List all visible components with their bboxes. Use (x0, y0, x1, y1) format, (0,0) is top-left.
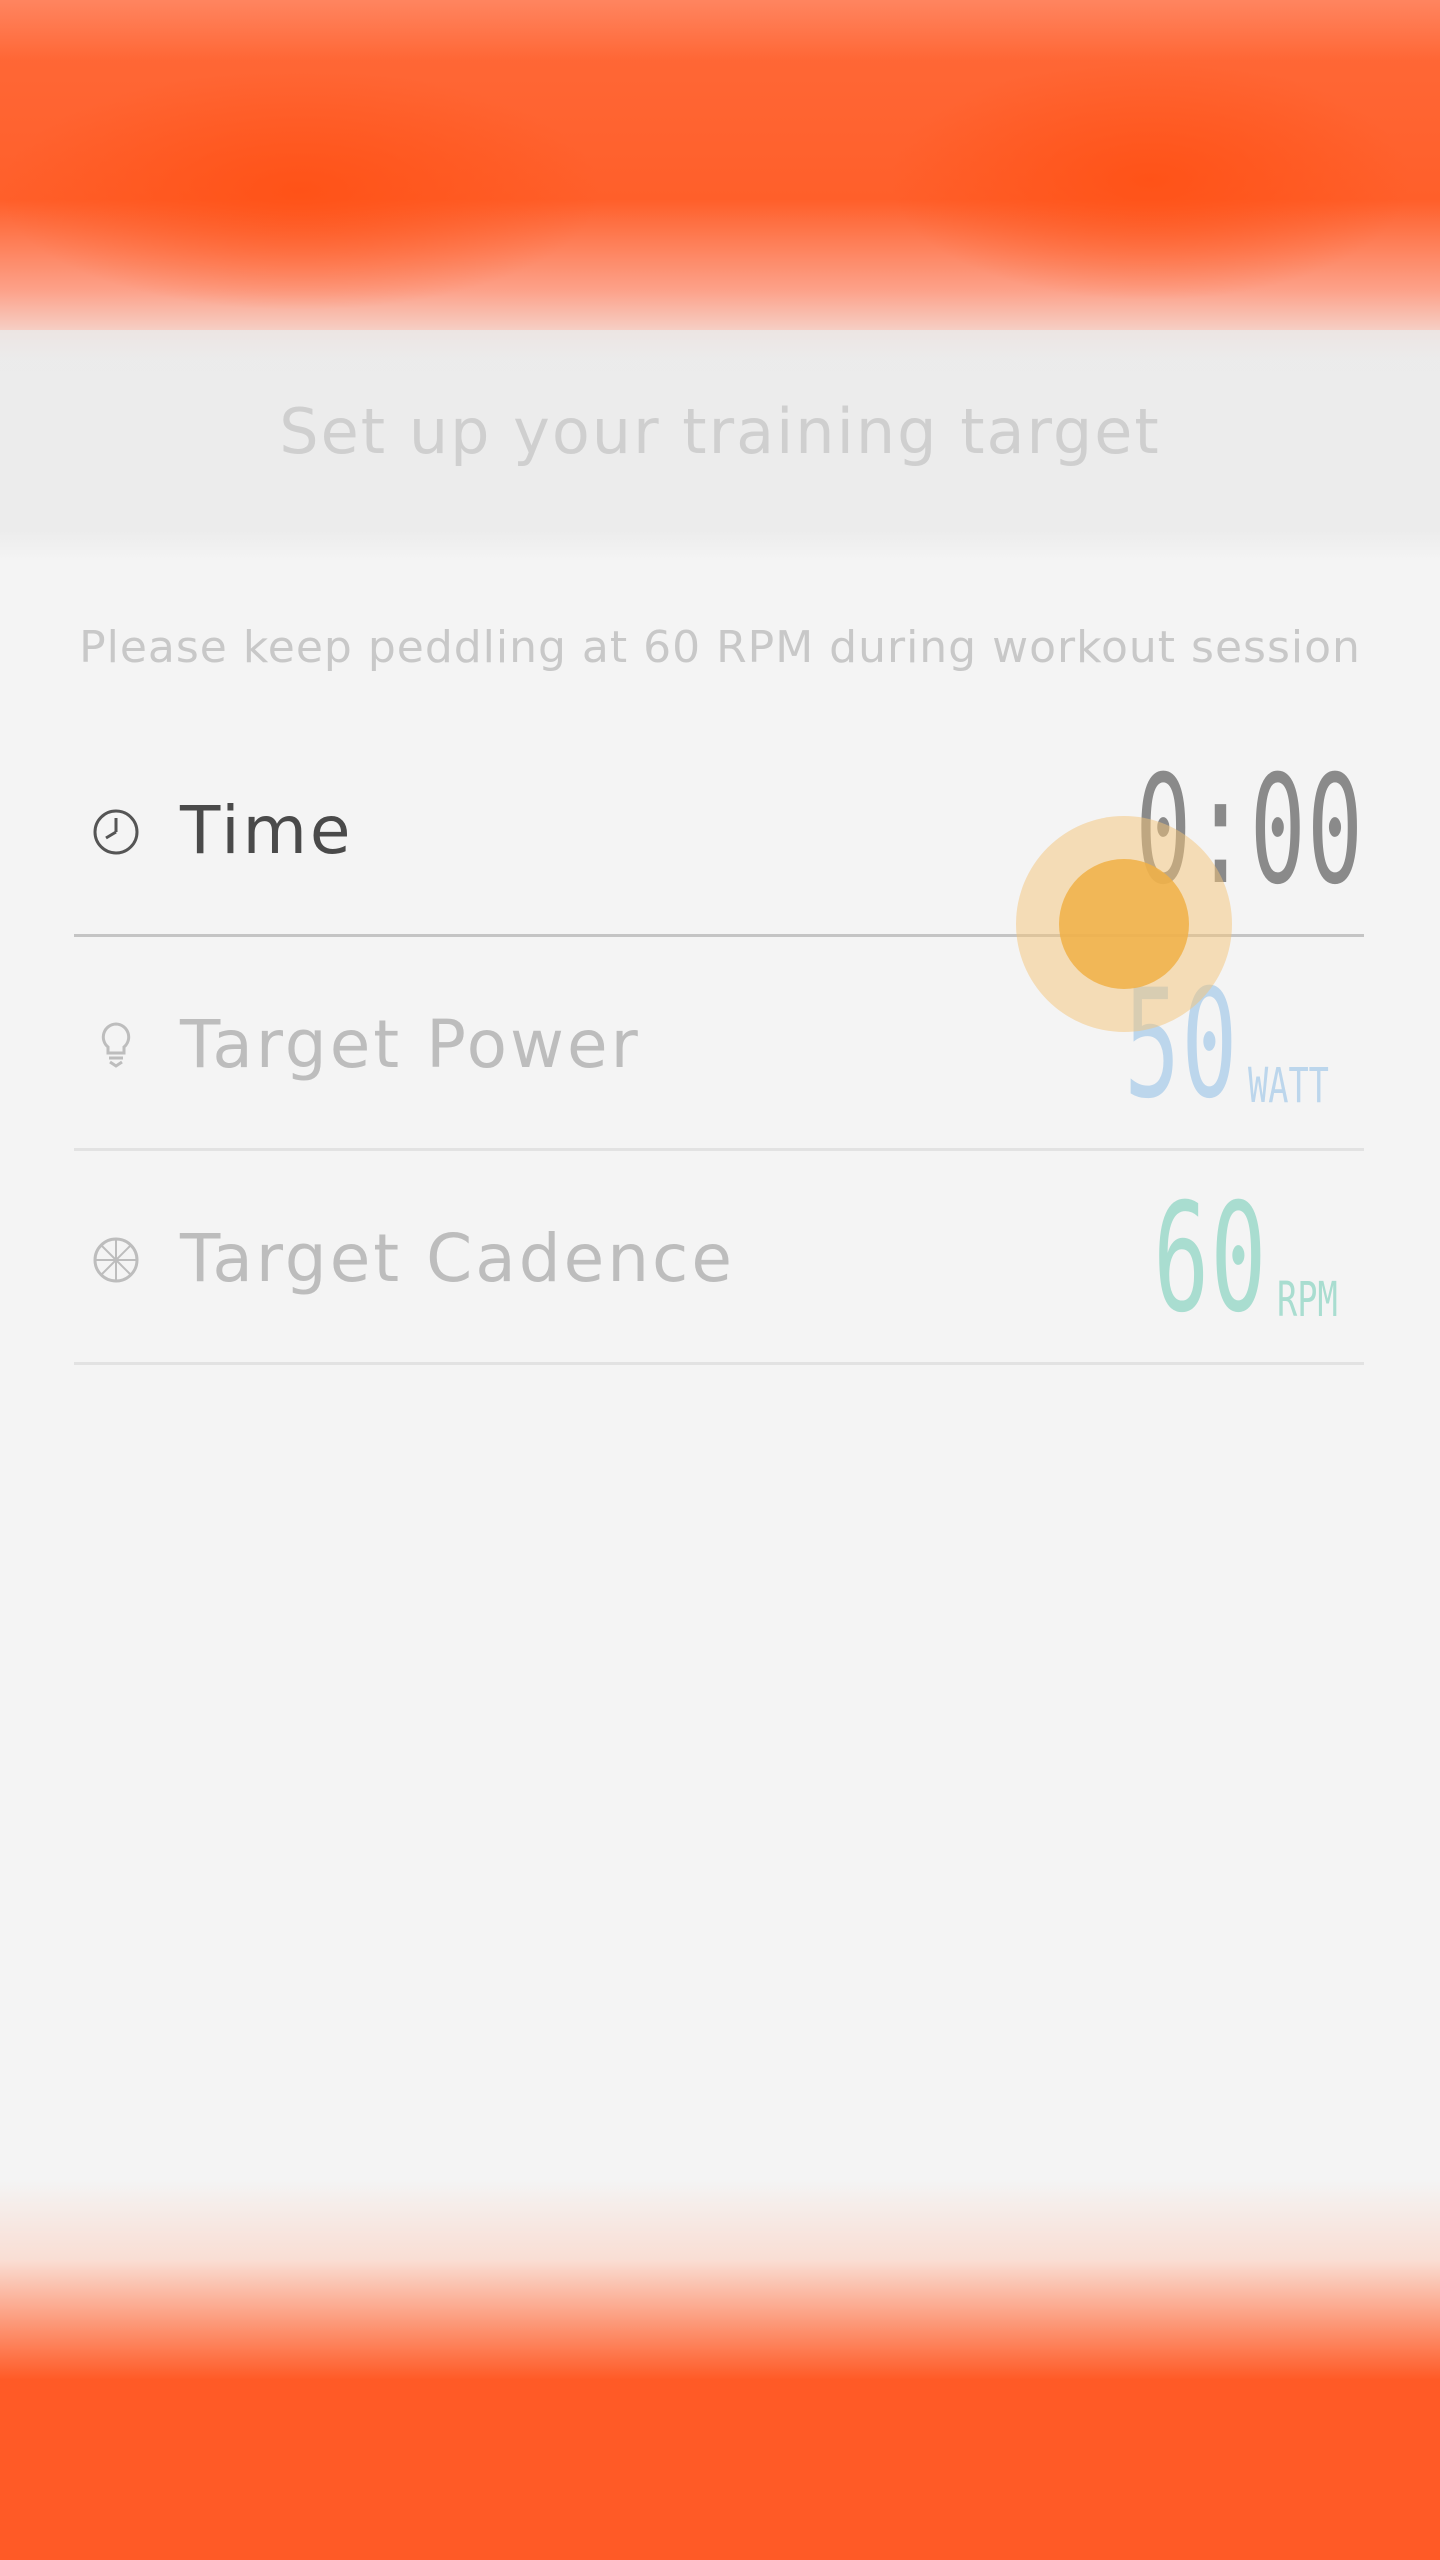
lightbulb-icon (101, 1022, 131, 1068)
row-power-label: Target Power (180, 1006, 641, 1083)
instruction-hint: Please keep peddling at 60 RPM during wo… (79, 622, 1361, 673)
touch-indicator (1016, 816, 1232, 1032)
row-target-cadence[interactable]: Target Cadence 60 RPM (74, 1148, 1364, 1365)
row-cadence-label: Target Cadence (180, 1220, 735, 1297)
clock-icon (93, 809, 139, 855)
power-unit: WATT (1248, 1058, 1330, 1114)
page-title: Set up your training target (279, 395, 1161, 468)
row-time-label: Time (180, 792, 354, 869)
wheel-icon (93, 1237, 139, 1283)
cadence-value[interactable]: 60 RPM (1083, 1184, 1364, 1334)
cadence-number: 60 (1152, 1172, 1268, 1346)
cadence-unit: RPM (1277, 1272, 1338, 1328)
bottom-footer-blur (0, 2180, 1440, 2560)
